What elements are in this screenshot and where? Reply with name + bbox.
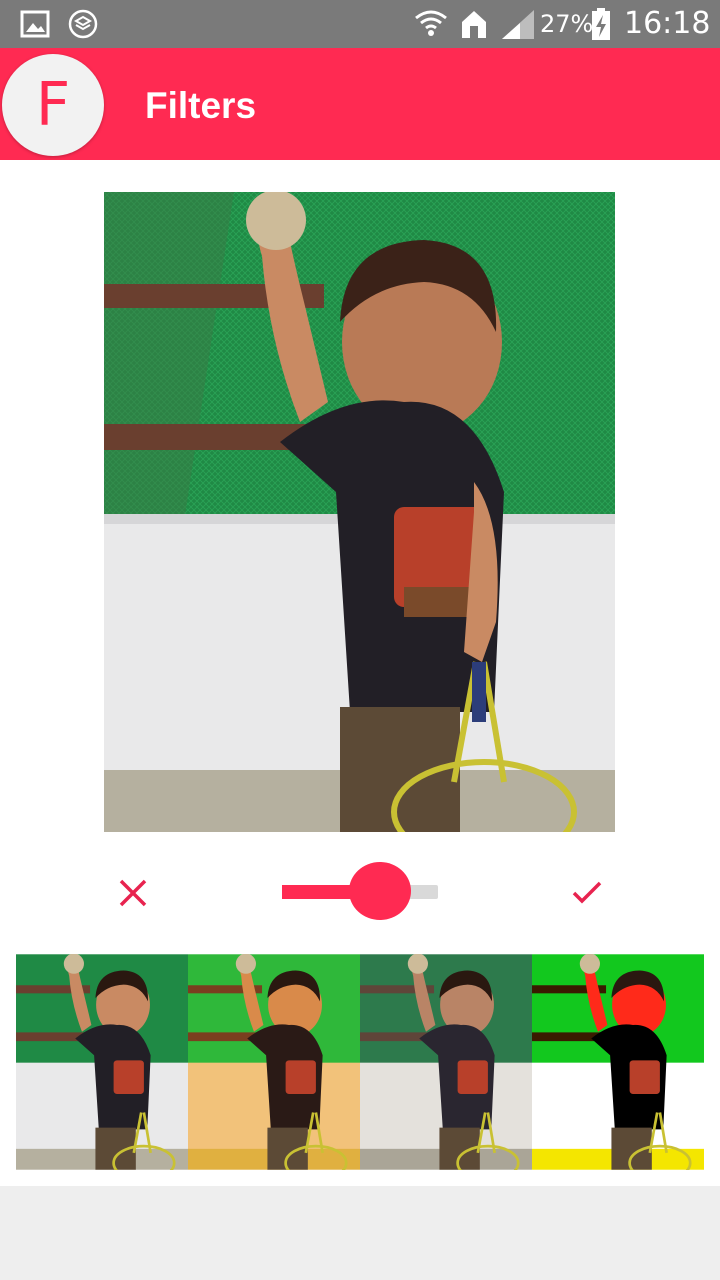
cancel-button[interactable] xyxy=(112,872,154,914)
close-icon xyxy=(119,879,147,907)
battery-charging-icon xyxy=(590,7,612,45)
clock: 16:18 xyxy=(624,6,711,41)
filter-thumbnail-high-contrast[interactable] xyxy=(532,954,704,1170)
app-bar: F Filters xyxy=(0,48,720,160)
slider-thumb[interactable] xyxy=(349,862,411,920)
intensity-slider[interactable] xyxy=(282,862,438,922)
signal-icon xyxy=(500,8,536,44)
app-logo: F xyxy=(2,54,104,156)
page-title: Filters xyxy=(145,85,257,126)
gallery-notification-icon xyxy=(20,10,50,42)
bottom-area xyxy=(0,1186,720,1280)
filter-thumbnail-vintage[interactable] xyxy=(360,954,532,1170)
filter-thumbnail-original[interactable] xyxy=(16,954,188,1170)
check-icon xyxy=(572,881,602,904)
editor-content xyxy=(0,160,720,1186)
filters-screen: 27% 16:18 F Filters xyxy=(0,0,720,1280)
status-bar: 27% 16:18 xyxy=(0,0,720,48)
confirm-button[interactable] xyxy=(566,872,608,914)
filter-controls xyxy=(0,852,720,932)
battery-percent: 27% xyxy=(540,10,594,38)
layers-notification-icon xyxy=(68,9,98,43)
filter-thumbnail-warm[interactable] xyxy=(188,954,360,1170)
filter-thumbnail-strip xyxy=(16,954,704,1170)
app-logo-letter: F xyxy=(35,70,71,140)
home-icon xyxy=(460,8,488,44)
photo-preview xyxy=(104,192,615,832)
wifi-icon xyxy=(414,8,448,44)
